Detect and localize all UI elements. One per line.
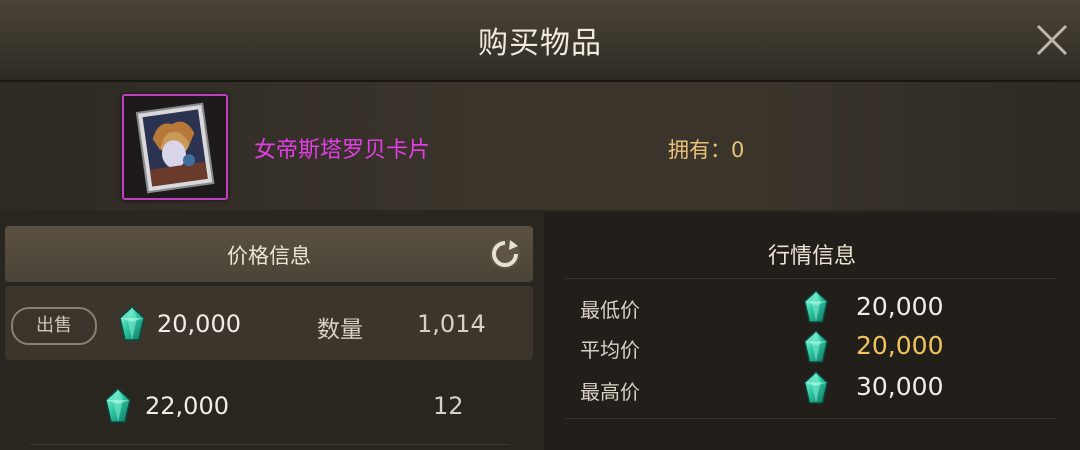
item-info-band: 女帝斯塔罗贝卡片 拥有：0 [0,82,1080,210]
price-info-header: 价格信息 [5,226,533,282]
price-info-title: 价格信息 [227,244,311,268]
listing-row[interactable]: 出售 20,000 数量 1,014 [5,286,533,360]
sell-button[interactable]: 出售 [11,307,97,345]
average-price-label: 平均价 [580,338,640,362]
diamond-gem-icon [802,330,830,364]
diamond-gem-icon [117,306,147,342]
row-divider [30,444,510,445]
highest-price-value: 30,000 [856,372,944,401]
diamond-gem-icon [802,371,830,405]
listing-price: 22,000 [145,392,229,420]
dialog-title-bar: 购买物品 [0,0,1080,82]
listing-quantity: 12 [433,392,464,420]
listing-row[interactable]: 22,000 12 [5,368,533,442]
close-button[interactable] [1032,20,1072,60]
item-name: 女帝斯塔罗贝卡片 [254,138,431,163]
listing-quantity: 1,014 [417,310,486,338]
highest-price-label: 最高价 [580,380,640,404]
item-card-thumbnail[interactable] [122,94,228,200]
listing-price: 20,000 [157,310,241,338]
diamond-gem-icon [802,290,830,324]
market-info-title: 行情信息 [767,244,856,269]
lowest-price-label: 最低价 [580,298,640,322]
price-info-panel: 价格信息 出售 20,000 数量 1,014 22,000 12 [0,212,544,450]
portrait-card-icon [124,96,226,198]
dialog-title: 购买物品 [478,26,602,61]
lowest-price-value: 20,000 [856,292,944,321]
owned-count: 拥有：0 [668,138,745,162]
refresh-button[interactable] [487,236,523,272]
quantity-label: 数量 [317,317,363,343]
market-info-panel: 行情信息 最低价 20,000 平均价 20,000 最高价 30,000 [544,212,1080,450]
refresh-icon [490,239,520,269]
market-divider [566,418,1056,419]
average-price-value: 20,000 [856,331,944,360]
market-divider [566,278,1056,279]
close-icon [1036,24,1068,56]
diamond-gem-icon [103,388,133,424]
